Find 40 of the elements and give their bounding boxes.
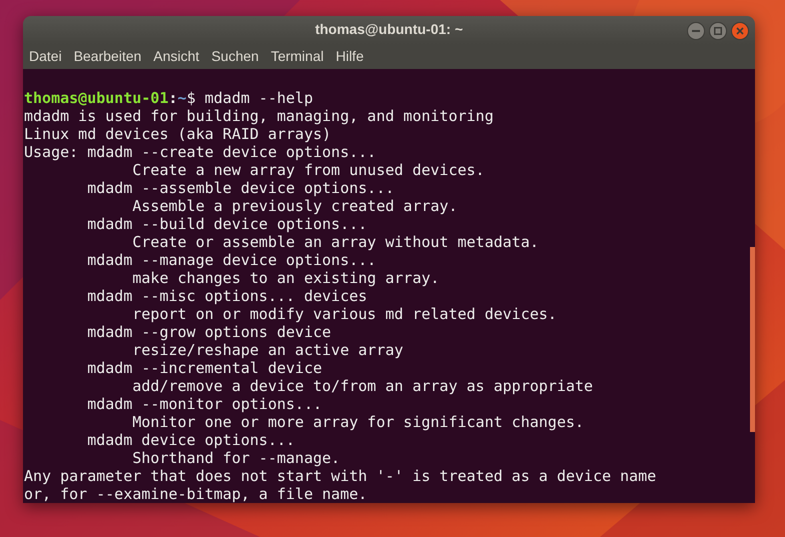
- output-line: Create a new array from unused devices.: [131, 161, 485, 179]
- prompt-path: ~: [178, 89, 187, 107]
- menu-item[interactable]: Bearbeiten: [70, 44, 144, 68]
- output-line: Shorthand for --manage.: [131, 449, 340, 467]
- output-line: mdadm --assemble device options...: [86, 179, 394, 197]
- scrollbar-thumb[interactable]: [750, 247, 755, 432]
- menu-item[interactable]: Terminal: [268, 44, 327, 68]
- close-icon: [736, 27, 744, 35]
- prompt-user: thomas@ubuntu-01: [24, 89, 168, 107]
- output-line: Linux md devices (aka RAID arrays): [24, 125, 332, 143]
- output-line: mdadm --manage device options...: [86, 251, 376, 269]
- output-line: Usage: mdadm --create device options...: [24, 143, 376, 161]
- output-line: mdadm --grow options device: [86, 323, 332, 341]
- output-line: Monitor one or more array for significant changes.: [131, 413, 584, 431]
- command-text: $ mdadm --help: [186, 89, 313, 107]
- close-button[interactable]: [731, 22, 749, 40]
- maximize-icon: [714, 27, 722, 35]
- menu-item[interactable]: Datei: [26, 44, 65, 68]
- output-line: add/remove a device to/from an array as appropriate: [131, 377, 593, 395]
- minimize-button[interactable]: [687, 22, 705, 40]
- output-line: mdadm --misc options... devices: [86, 287, 368, 305]
- minimize-icon: [692, 30, 700, 32]
- menu-item[interactable]: Hilfe: [332, 44, 367, 68]
- prompt-separator: :: [168, 89, 178, 107]
- output-line: mdadm device options...: [86, 431, 295, 449]
- maximize-button[interactable]: [709, 22, 727, 40]
- menu-item[interactable]: Suchen: [208, 44, 262, 68]
- output-line: or, for --examine-bitmap, a file name.: [24, 485, 368, 503]
- output-line: mdadm is used for building, managing, and monitoring: [24, 107, 494, 125]
- output-line: Any parameter that does not start with '-' is treated as a device name: [24, 467, 656, 485]
- menu-item[interactable]: Ansicht: [150, 44, 202, 68]
- output-line: mdadm --build device options...: [86, 215, 368, 233]
- output-line: Assemble a previously created array.: [131, 197, 458, 215]
- window-title: thomas@ubuntu-01: ~: [315, 20, 463, 40]
- output-line: make changes to an existing array.: [131, 269, 440, 287]
- output-line: mdadm --incremental device: [86, 359, 322, 377]
- output-line: resize/reshape an active array: [131, 341, 404, 359]
- output-line: mdadm --monitor options...: [86, 395, 322, 413]
- output-line: Create or assemble an array without metadata.: [131, 233, 539, 251]
- output-line: report on or modify various md related devices.: [131, 305, 557, 323]
